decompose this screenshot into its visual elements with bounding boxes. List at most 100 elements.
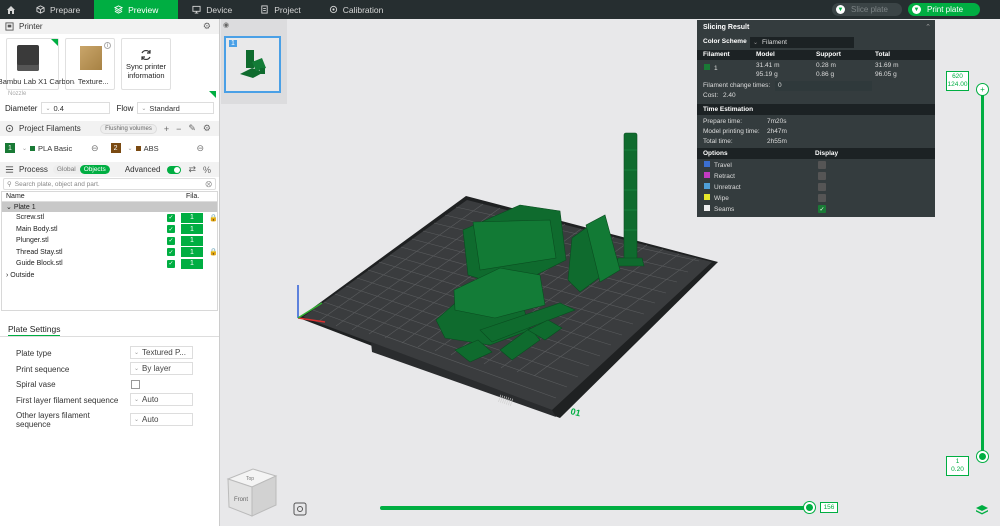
print-plate-label: Print plate xyxy=(927,5,964,14)
lock-icon[interactable]: 🔒 xyxy=(209,248,218,256)
monitor-icon xyxy=(192,5,201,14)
filament-box[interactable]: 1 xyxy=(181,247,203,258)
tab-preview[interactable]: Preview xyxy=(94,0,179,19)
list-item[interactable]: Guide Block.stl ✓ 1 xyxy=(2,258,217,270)
tab-project[interactable]: Project xyxy=(246,0,314,19)
check-icon[interactable]: ✓ xyxy=(167,259,175,268)
slice-plate-button[interactable]: ▼ Slice plate xyxy=(832,3,902,16)
search-input[interactable]: ⚲ Search plate, object and part. ⨂ xyxy=(3,178,216,190)
screenshot-icon[interactable] xyxy=(293,502,307,516)
print-plate-button[interactable]: ▼ Print plate xyxy=(908,3,980,16)
check-icon[interactable]: ✓ xyxy=(167,213,175,222)
chevron-down-icon[interactable]: ⌄ xyxy=(6,203,14,211)
bottom-layer-handle[interactable] xyxy=(977,451,988,462)
screw-base xyxy=(615,257,645,267)
tab-calibration[interactable]: Calibration xyxy=(315,0,398,19)
chevron-down-icon[interactable]: ▼ xyxy=(912,5,921,14)
filament-select[interactable]: ⌄ PLA Basic xyxy=(19,142,87,154)
tab-label: Calibration xyxy=(342,4,384,15)
top-layer-handle[interactable]: + xyxy=(977,84,988,95)
flushing-volumes-button[interactable]: Flushing volumes xyxy=(100,123,157,134)
info-icon[interactable]: i xyxy=(104,42,111,49)
option-wipe: Wipe xyxy=(704,194,729,202)
spiral-vase-checkbox[interactable] xyxy=(131,380,140,389)
plate-card[interactable]: i ⌄ Texture... xyxy=(65,38,115,90)
outside-row[interactable]: › Outside xyxy=(2,270,217,282)
add-icon[interactable]: + xyxy=(164,124,169,134)
compare-icon[interactable]: ⇄ xyxy=(188,164,196,175)
list-item[interactable]: Main Body.stl ✓ 1 xyxy=(2,224,217,236)
collapse-icon[interactable]: ⌃ xyxy=(925,23,931,31)
target-icon xyxy=(329,5,337,14)
printer-section-header: Printer ⚙ xyxy=(0,19,219,34)
check-icon[interactable]: ✓ xyxy=(167,225,175,234)
view-cube[interactable]: Top Front xyxy=(226,468,278,517)
slicing-result-title: Slicing Result xyxy=(703,23,750,31)
close-icon[interactable]: ⨂ xyxy=(206,180,213,188)
diameter-select[interactable]: ⌄ 0.4 xyxy=(41,102,111,114)
layers-legend-icon[interactable] xyxy=(976,505,988,515)
section-title: Project Filaments xyxy=(19,124,81,133)
check-icon[interactable]: ✓ xyxy=(167,248,175,257)
minus-icon[interactable]: − xyxy=(176,124,181,134)
travel-checkbox[interactable] xyxy=(818,161,826,169)
printer-icon xyxy=(5,22,14,31)
check-icon[interactable]: ✓ xyxy=(167,236,175,245)
global-option[interactable]: Global xyxy=(53,165,80,174)
filament-select[interactable]: ⌄ ABS xyxy=(125,142,193,154)
chevron-down-icon[interactable]: ▼ xyxy=(836,5,845,14)
model-weight: 95.19 g xyxy=(756,71,778,78)
cube-icon xyxy=(36,5,45,14)
plate-number-label: 01 xyxy=(570,406,582,418)
retract-checkbox[interactable] xyxy=(818,172,826,180)
list-item[interactable]: Plunger.stl ✓ 1 xyxy=(2,235,217,247)
printer-card[interactable]: ⌄ Bambu Lab X1 Carbon xyxy=(0,38,74,90)
total-time-label: Total time: xyxy=(703,138,733,145)
unretract-checkbox[interactable] xyxy=(818,183,826,191)
seams-checkbox[interactable]: ✓ xyxy=(818,205,826,213)
wipe-checkbox[interactable] xyxy=(818,194,826,202)
filament-box[interactable]: 1 xyxy=(181,212,203,223)
list-item[interactable]: Screw.stl ✓ 1 🔒 xyxy=(2,212,218,224)
first-layer-select[interactable]: ⌄ Auto xyxy=(130,393,193,406)
eye-icon[interactable]: ◉ xyxy=(223,21,229,29)
filament-number: 1 xyxy=(5,143,15,153)
tab-device[interactable]: Device xyxy=(178,0,246,19)
move-slider-track[interactable] xyxy=(380,506,812,510)
other-layers-select[interactable]: ⌄ Auto xyxy=(130,413,193,426)
gear-icon[interactable]: ⚙ xyxy=(203,21,211,32)
filament-settings-icon[interactable]: ⊖ xyxy=(91,143,99,154)
gear-icon[interactable]: ⚙ xyxy=(203,123,211,134)
move-slider-handle[interactable] xyxy=(804,502,815,513)
advanced-switch[interactable] xyxy=(167,165,182,174)
plate-image xyxy=(80,46,102,70)
plate-type-select[interactable]: ⌄ Textured P... xyxy=(130,346,193,359)
total-time-value: 2h55m xyxy=(767,138,787,145)
filament-box[interactable]: 1 xyxy=(181,258,203,269)
filament-box[interactable]: 1 xyxy=(181,224,203,235)
print-sequence-select[interactable]: ⌄ By layer xyxy=(130,362,193,375)
lock-icon[interactable]: 🔒 xyxy=(209,214,218,222)
layer-slider-track[interactable] xyxy=(981,88,984,456)
home-icon xyxy=(7,5,15,14)
sync-printer-button[interactable]: Sync printer information xyxy=(121,38,171,90)
global-objects-toggle[interactable]: Global Objects xyxy=(52,165,110,174)
filament-settings-icon[interactable]: ⊖ xyxy=(197,143,205,154)
percent-icon[interactable]: % xyxy=(203,165,211,175)
support-weight: 0.86 g xyxy=(816,71,835,78)
header-model: Model xyxy=(756,51,775,58)
model-length: 31.41 m xyxy=(756,62,780,69)
filament-box[interactable]: 1 xyxy=(181,235,203,246)
plate-thumbnail[interactable]: 1 xyxy=(224,36,281,93)
display-header: Display xyxy=(815,150,839,157)
plate-row[interactable]: ⌄ Plate 1 xyxy=(2,202,217,212)
color-scheme-select[interactable]: ⌄ Filament xyxy=(750,37,854,48)
tab-prepare[interactable]: Prepare xyxy=(22,0,94,19)
options-header: Options xyxy=(703,150,728,157)
objects-option[interactable]: Objects xyxy=(79,165,110,174)
edit-icon[interactable]: ✎ xyxy=(188,123,196,134)
flow-select[interactable]: ⌄ Standard xyxy=(137,102,214,114)
home-button[interactable] xyxy=(0,0,22,19)
list-item[interactable]: Thread Stay.stl ✓ 1 🔒 xyxy=(2,247,218,259)
header-support: Support xyxy=(816,51,841,58)
